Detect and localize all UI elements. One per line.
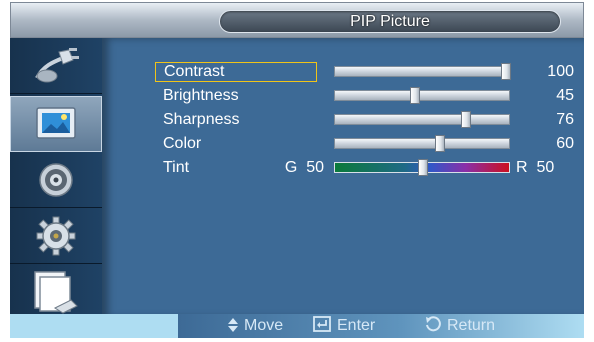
setting-row-tint[interactable]: Tint G 50 R 50 <box>102 158 584 178</box>
setting-row-color[interactable]: Color 60 <box>102 134 584 154</box>
settings-panel: Contrast 100 Brightness 45 Sharpness 76 Color 6… <box>102 38 584 318</box>
slider-thumb[interactable] <box>501 63 511 80</box>
gear-icon <box>36 216 76 255</box>
sidebar-item-input[interactable] <box>10 38 102 94</box>
tint-green-value: G 50 <box>284 159 324 176</box>
sidebar-item-sound[interactable] <box>10 152 102 208</box>
move-label: Move <box>244 317 284 334</box>
tint-slider-track[interactable] <box>334 159 510 176</box>
setting-row-sharpness[interactable]: Sharpness 76 <box>102 110 584 130</box>
setting-label: Color <box>163 135 202 152</box>
help-bar: Move Enter Return <box>10 314 584 338</box>
setting-value: 45 <box>556 87 574 104</box>
tint-red-value: R 50 <box>516 159 555 176</box>
slider-thumb[interactable] <box>418 159 428 176</box>
move-hint: Move <box>228 314 283 338</box>
picture-icon <box>36 107 76 139</box>
up-down-arrow-icon <box>228 318 238 332</box>
help-hints: Move Enter Return <box>178 314 584 338</box>
setting-value: 100 <box>547 63 574 80</box>
return-icon <box>426 316 441 332</box>
setting-row-brightness[interactable]: Brightness 45 <box>102 86 584 106</box>
setting-value: 76 <box>556 111 574 128</box>
slider-track[interactable] <box>334 111 510 128</box>
slider-track[interactable] <box>334 63 511 80</box>
return-hint: Return <box>425 314 495 338</box>
slider-thumb[interactable] <box>409 87 420 104</box>
setting-label: Tint <box>163 159 190 176</box>
enter-icon <box>313 316 331 332</box>
speaker-icon <box>39 162 73 197</box>
multi-screen-icon <box>34 270 78 314</box>
slider-track[interactable] <box>334 135 510 152</box>
slider-thumb[interactable] <box>461 111 472 128</box>
sidebar-item-setup[interactable] <box>10 208 102 264</box>
category-sidebar <box>10 38 102 320</box>
setting-label: Brightness <box>163 87 239 104</box>
menu-title: PIP Picture <box>219 10 561 33</box>
sidebar-item-multi-control[interactable] <box>10 264 102 320</box>
setting-label: Contrast <box>155 62 317 82</box>
enter-label: Enter <box>337 317 376 334</box>
setting-row-contrast[interactable]: Contrast 100 <box>102 62 584 82</box>
setting-value: 60 <box>556 135 574 152</box>
slider-track[interactable] <box>334 87 510 104</box>
return-label: Return <box>447 317 496 334</box>
enter-hint: Enter <box>313 314 375 338</box>
input-plug-icon <box>35 47 79 82</box>
slider-thumb[interactable] <box>434 135 445 152</box>
title-bar: PIP Picture <box>10 2 584 38</box>
help-bar-left <box>10 314 178 338</box>
sidebar-item-picture[interactable] <box>10 96 102 152</box>
setting-label: Sharpness <box>163 111 240 128</box>
osd-menu: PIP Picture Contrast 100 Brightness 45 S… <box>0 0 594 342</box>
